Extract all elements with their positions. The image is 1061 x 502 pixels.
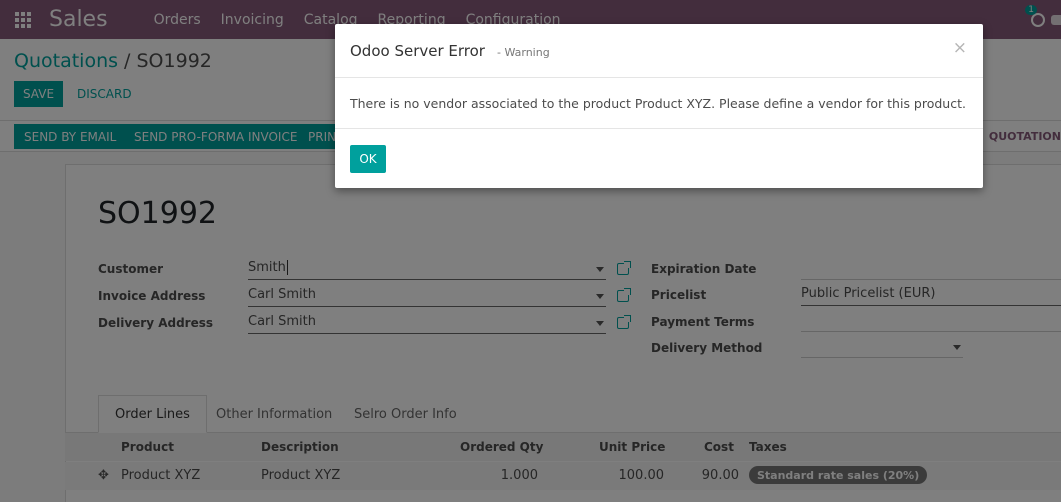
- close-icon[interactable]: ×: [953, 38, 967, 58]
- dialog-message: There is no vendor associated to the pro…: [335, 78, 983, 129]
- ok-button[interactable]: OK: [350, 145, 386, 173]
- dialog-subtitle: - Warning: [496, 45, 550, 59]
- server-error-dialog: Odoo Server Error - Warning × There is n…: [335, 24, 983, 188]
- dialog-header: Odoo Server Error - Warning ×: [335, 24, 983, 78]
- dialog-footer: OK: [335, 129, 983, 173]
- dialog-title: Odoo Server Error: [350, 41, 485, 60]
